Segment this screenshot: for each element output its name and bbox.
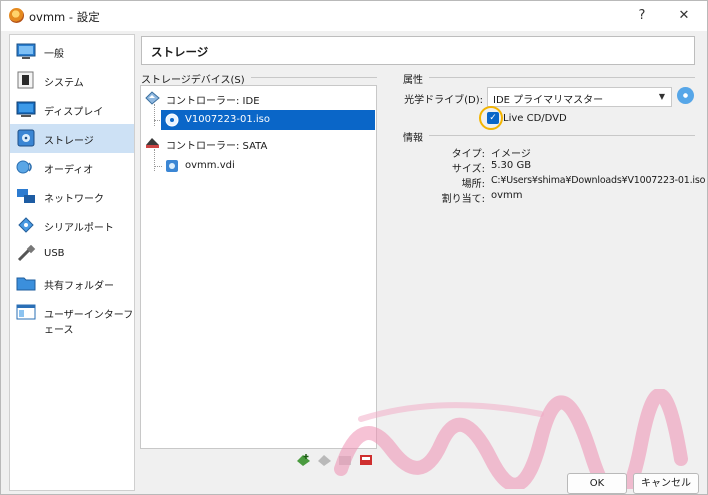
hard-disk-icon [166, 160, 178, 172]
info-type-value: イメージ [491, 149, 531, 160]
sidebar-item-shared-folder[interactable]: 共有フォルダー [10, 269, 134, 298]
usb-icon [17, 245, 36, 262]
sidebar-item-label: ストレージ [44, 136, 94, 147]
divider [429, 135, 695, 136]
add-controller-icon[interactable] [296, 453, 312, 467]
info-location-label: 場所: [461, 179, 485, 190]
ide-controller-icon [145, 91, 160, 105]
sidebar-item-usb[interactable]: USB [10, 240, 134, 269]
tree-item-iso-disc[interactable]: V1007223-01.iso [161, 110, 375, 130]
display-monitor-icon [16, 101, 36, 117]
sidebar-item-label: システム [44, 78, 84, 89]
virtualbox-app-icon [9, 8, 24, 23]
help-button[interactable]: ? [627, 6, 657, 26]
attributes-label: 属性 [403, 75, 423, 86]
shared-folder-icon [16, 277, 36, 291]
optical-drive-select[interactable]: IDE プライマリマスター ▼ [487, 87, 672, 107]
sidebar-item-audio[interactable]: オーディオ [10, 153, 134, 182]
tree-item-label: コントローラー: SATA [166, 141, 268, 152]
chevron-down-icon: ▼ [658, 92, 665, 101]
info-attached-label: 割り当て: [441, 194, 485, 205]
sidebar-item-label: 共有フォルダー [44, 281, 114, 292]
sidebar-item-storage[interactable]: ストレージ [10, 124, 134, 153]
title-bar: ovmm - 設定 ? ✕ [1, 1, 707, 31]
live-cd-checkbox[interactable]: ✓ [487, 112, 499, 124]
sata-controller-icon [146, 138, 159, 148]
sidebar-item-label: 一般 [44, 49, 64, 60]
sidebar-item-label: USB [44, 248, 65, 259]
info-type-label: タイプ: [451, 149, 485, 160]
ok-button[interactable]: OK [567, 473, 627, 494]
sidebar-item-serial-port[interactable]: シリアルポート [10, 211, 134, 240]
system-chip-icon [17, 71, 34, 89]
tree-item-sata-controller[interactable]: コントローラー: SATA [141, 133, 376, 153]
sidebar-item-system[interactable]: システム [10, 66, 134, 95]
network-icon [17, 189, 35, 203]
optical-drive-label: 光学ドライブ(D): [404, 95, 483, 106]
sidebar-item-display[interactable]: ディスプレイ [10, 95, 134, 124]
storage-disk-icon [17, 129, 35, 147]
tree-item-label: コントローラー: IDE [166, 96, 260, 107]
general-icon [16, 43, 36, 59]
info-attached-value: ovmm [491, 190, 523, 201]
info-size-value: 5.30 GB [491, 160, 532, 171]
sidebar-item-label: ディスプレイ [44, 107, 104, 118]
sidebar-item-network[interactable]: ネットワーク [10, 182, 134, 211]
settings-sidebar: 一般 システム ディスプレイ ストレージ オーディオ ネットワーク シリアルポー… [9, 34, 135, 491]
info-label: 情報 [403, 133, 423, 144]
optical-disc-icon [165, 113, 179, 127]
page-header: ストレージ [141, 36, 695, 65]
tree-item-ide-controller[interactable]: コントローラー: IDE [141, 88, 376, 108]
info-location-value: C:¥Users¥shima¥Downloads¥V1007223-01.iso [491, 175, 706, 186]
sidebar-item-label: ネットワーク [44, 194, 104, 205]
sidebar-item-label: オーディオ [44, 165, 94, 176]
serial-port-icon [18, 217, 34, 233]
cancel-button[interactable]: キャンセル [633, 473, 699, 494]
storage-tree: コントローラー: IDE V1007223-01.iso コントローラー: SA… [140, 85, 377, 449]
user-interface-icon [16, 304, 36, 320]
remove-controller-icon[interactable] [317, 453, 333, 467]
settings-window: ovmm - 設定 ? ✕ 一般 システム ディスプレイ ストレージ オーディオ… [0, 0, 708, 495]
info-size-label: サイズ: [451, 164, 485, 175]
tree-item-label: ovmm.vdi [185, 160, 235, 171]
storage-devices-label: ストレージデバイス(S) [141, 75, 245, 86]
close-button[interactable]: ✕ [669, 6, 699, 26]
sidebar-item-user-interface[interactable]: ユーザーインターフェース [10, 298, 134, 336]
remove-attachment-icon[interactable] [359, 453, 375, 467]
divider [429, 77, 695, 78]
sidebar-item-label: ユーザーインターフェース [44, 310, 134, 336]
sidebar-item-general[interactable]: 一般 [10, 37, 134, 66]
optical-drive-value: IDE プライマリマスター [493, 95, 604, 106]
live-cd-label: Live CD/DVD [503, 113, 567, 124]
tree-item-label: V1007223-01.iso [185, 114, 270, 125]
divider [251, 77, 377, 78]
page-title: ストレージ [151, 45, 209, 59]
audio-speaker-icon [16, 160, 32, 174]
choose-disc-button[interactable] [677, 87, 694, 104]
sidebar-item-label: シリアルポート [44, 223, 114, 234]
add-attachment-icon[interactable] [338, 453, 354, 467]
tree-item-vdi-disk[interactable]: ovmm.vdi [161, 156, 375, 176]
window-title: ovmm - 設定 [29, 10, 100, 24]
